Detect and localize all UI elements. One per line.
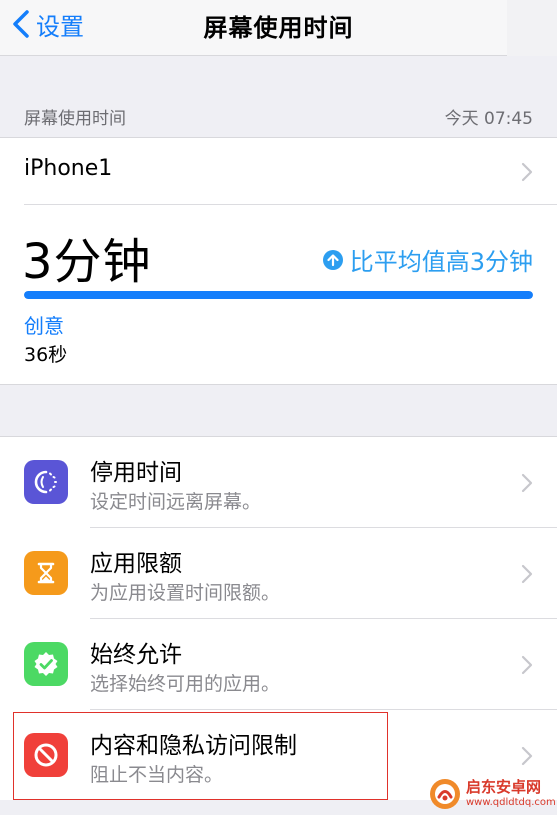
device-name: iPhone1: [24, 156, 113, 181]
row-subtitle: 选择始终可用的应用。: [90, 673, 281, 695]
row-subtitle: 为应用设置时间限额。: [90, 582, 281, 604]
watermark-logo-icon: [430, 778, 460, 809]
list-item-downtime[interactable]: 停用时间 设定时间远离屏幕。: [0, 437, 557, 528]
updated-timestamp: 今天 07:45: [444, 109, 533, 129]
chevron-right-icon: [521, 564, 533, 584]
chevron-right-icon: [521, 162, 533, 182]
divider: [24, 204, 557, 205]
settings-list: 停用时间 设定时间远离屏幕。 应用限额 为应用设置时间限额。 始终允许 选择始终…: [0, 436, 557, 800]
row-title: 应用限额: [90, 551, 182, 577]
navigation-bar: 设置 屏幕使用时间: [0, 0, 557, 56]
average-comparison: 比平均值高3分钟: [322, 242, 533, 277]
chevron-right-icon: [521, 746, 533, 766]
row-subtitle: 设定时间远离屏幕。: [90, 491, 262, 513]
category-label: 创意: [24, 314, 64, 338]
page-title: 屏幕使用时间: [203, 14, 354, 42]
chevron-right-icon: [521, 655, 533, 675]
no-entry-icon: [24, 733, 68, 777]
list-item-always-allowed[interactable]: 始终允许 选择始终可用的应用。: [0, 619, 557, 710]
row-title: 内容和隐私访问限制: [90, 733, 297, 759]
hourglass-icon: [24, 551, 68, 595]
list-item-app-limits[interactable]: 应用限额 为应用设置时间限额。: [0, 528, 557, 619]
chevron-right-icon: [521, 473, 533, 493]
total-screen-time: 3分钟: [22, 234, 152, 290]
section-header-label: 屏幕使用时间: [24, 109, 126, 129]
average-comparison-label: 比平均值高3分钟: [349, 248, 533, 276]
category-value: 36秒: [24, 344, 68, 366]
usage-bar: [24, 291, 533, 299]
watermark: 启东安卓网 www.qdldtdq.com: [428, 772, 557, 815]
usage-bar-fill: [24, 291, 533, 299]
usage-summary-card: iPhone1 3分钟 比平均值高3分钟 创意 36秒: [0, 137, 557, 385]
section-header: 屏幕使用时间 今天 07:45: [0, 96, 557, 136]
device-row[interactable]: iPhone1: [0, 138, 557, 204]
check-badge-icon: [24, 642, 68, 686]
watermark-url: www.qdldtdq.com: [466, 796, 556, 808]
row-title: 停用时间: [90, 460, 182, 486]
arrow-up-circle-icon: [322, 249, 343, 270]
row-title: 始终允许: [90, 642, 182, 668]
nav-edge: [507, 0, 557, 56]
watermark-name: 启东安卓网: [466, 777, 542, 796]
downtime-icon: [24, 460, 68, 504]
row-subtitle: 阻止不当内容。: [90, 764, 224, 786]
